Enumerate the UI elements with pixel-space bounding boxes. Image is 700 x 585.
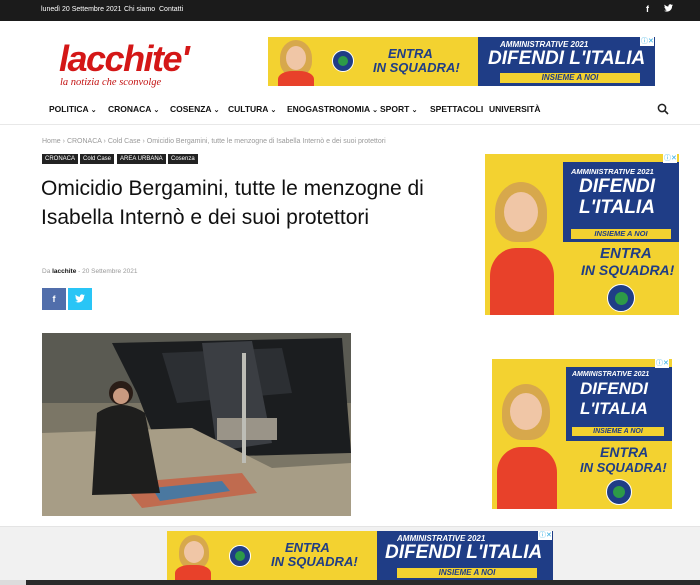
nav-item-spettacoli[interactable]: SPETTACOLI — [430, 104, 483, 114]
ad-person-dress — [490, 248, 554, 315]
sidebar-ad-2[interactable]: AMMINISTRATIVE 2021 DIFENDI L'ITALIA INS… — [492, 359, 672, 509]
ad-entra-text: ENTRA — [600, 444, 649, 460]
nav-item-cosenza[interactable]: COSENZA ⌄ — [170, 104, 220, 114]
ad-squadra-text: IN SQUADRA! — [580, 460, 667, 475]
header-banner-ad[interactable]: ENTRA IN SQUADRA! AMMINISTRATIVE 2021 DI… — [268, 37, 655, 86]
ad-insieme-text: INSIEME A NOI — [571, 229, 671, 239]
ad-squadra-text: IN SQUADRA! — [581, 262, 675, 278]
ad-insieme-text: INSIEME A NOI — [500, 73, 640, 83]
featured-image[interactable] — [42, 333, 351, 516]
fdi-logo-icon — [229, 545, 251, 567]
ad-squadra-text: IN SQUADRA! — [271, 554, 358, 569]
logo-tagline: la notizia che sconvolge — [60, 77, 162, 88]
ad-difendi-line2: L'ITALIA — [580, 399, 648, 418]
adchoice-icon[interactable]: ⓘ ✕ — [663, 154, 677, 163]
logo-wordmark: lacchite' — [59, 38, 190, 79]
facebook-icon[interactable]: f — [646, 4, 649, 14]
current-date: lunedì 20 Settembre 2021 — [41, 6, 122, 13]
ad-squadra-text: IN SQUADRA! — [373, 60, 460, 75]
ad-difendi-line1: DIFENDI — [580, 379, 648, 398]
ad-person-face — [510, 393, 542, 430]
nav-item-politica[interactable]: POLITICA ⌄ — [49, 104, 97, 114]
bottom-scroll-bar — [0, 580, 700, 585]
ad-difendi-text: DIFENDI L'ITALIA — [488, 48, 646, 69]
sidebar-ad-1[interactable]: AMMINISTRATIVE 2021 DIFENDI L'ITALIA INS… — [485, 154, 679, 315]
tag-cold-case[interactable]: Cold Case — [80, 154, 115, 164]
ad-entra-text: ENTRA — [388, 46, 433, 61]
ad-difendi-line1: DIFENDI — [579, 176, 655, 197]
article-title: Omicidio Bergamini, tutte le menzogne di… — [41, 177, 424, 229]
adchoice-icon[interactable]: ⓘ ✕ — [655, 359, 669, 368]
byline-date: 20 Settembre 2021 — [82, 268, 138, 275]
breadcrumb-cold-case[interactable]: Cold Case — [108, 138, 141, 145]
adchoice-icon[interactable]: ⓘ ✕ — [640, 37, 654, 46]
ad-person-dress — [175, 565, 211, 581]
ad-person-dress — [497, 447, 557, 509]
ad-entra-text: ENTRA — [600, 245, 652, 262]
ad-difendi-line2: L'ITALIA — [579, 197, 655, 218]
fdi-logo-icon — [332, 50, 354, 72]
site-logo[interactable]: lacchite' la notizia che sconvolge — [59, 39, 219, 91]
facebook-icon: f — [52, 294, 56, 304]
ad-person-face — [286, 46, 306, 70]
bottom-banner-ad[interactable]: ENTRA IN SQUADRA! AMMINISTRATIVE 2021 DI… — [167, 531, 553, 581]
search-icon[interactable] — [657, 102, 669, 115]
tag-area-urbana[interactable]: AREA URBANA — [117, 154, 166, 164]
twitter-share-button[interactable] — [68, 288, 92, 310]
ad-insieme-text: INSIEME A NOI — [572, 427, 664, 436]
nav-item-sport[interactable]: SPORT ⌄ — [380, 104, 418, 114]
byline-author[interactable]: lacchite — [52, 268, 76, 275]
ad-amministrative-text: AMMINISTRATIVE 2021 — [571, 167, 654, 176]
tag-cosenza[interactable]: Cosenza — [168, 154, 198, 164]
ad-amministrative-text: AMMINISTRATIVE 2021 — [572, 371, 650, 378]
breadcrumb: Home › CRONACA › Cold Case › Omicidio Be… — [42, 138, 386, 145]
ad-entra-text: ENTRA — [285, 540, 330, 555]
nav-item-enogastronomia[interactable]: ENOGASTRONOMIA ⌄ — [287, 104, 378, 114]
breadcrumb-cronaca[interactable]: CRONACA — [67, 138, 102, 145]
main-nav: POLITICA ⌄ CRONACA ⌄ COSENZA ⌄ CULTURA ⌄… — [0, 93, 700, 125]
tag-cronaca[interactable]: CRONACA — [42, 154, 79, 164]
nav-item-cronaca[interactable]: CRONACA ⌄ — [108, 104, 159, 114]
fdi-logo-icon — [606, 479, 632, 505]
breadcrumb-current: Omicidio Bergamini, tutte le menzogne di… — [146, 138, 386, 145]
contatti-link[interactable]: Contatti — [159, 6, 183, 13]
twitter-icon — [75, 294, 85, 305]
ad-insieme-text: INSIEME A NOI — [397, 568, 537, 578]
breadcrumb-home[interactable]: Home — [42, 138, 61, 145]
twitter-icon[interactable] — [664, 4, 673, 14]
chi-siamo-link[interactable]: Chi siamo — [124, 6, 155, 13]
ad-difendi-text: DIFENDI L'ITALIA — [385, 542, 543, 563]
nav-item-universita[interactable]: UNIVERSITÀ — [489, 104, 540, 114]
nav-item-cultura[interactable]: CULTURA ⌄ — [228, 104, 276, 114]
facebook-share-button[interactable]: f — [42, 288, 66, 310]
ad-person-dress — [278, 71, 314, 86]
top-bar: lunedì 20 Settembre 2021 Chi siamo Conta… — [0, 0, 700, 21]
fdi-logo-icon — [607, 284, 635, 312]
byline-label: Da — [42, 268, 51, 275]
adchoice-icon[interactable]: ⓘ ✕ — [538, 531, 552, 540]
ad-person-face — [184, 541, 204, 563]
ad-person-face — [504, 192, 538, 232]
article-byline: Da lacchite - 20 Settembre 2021 — [42, 268, 138, 275]
